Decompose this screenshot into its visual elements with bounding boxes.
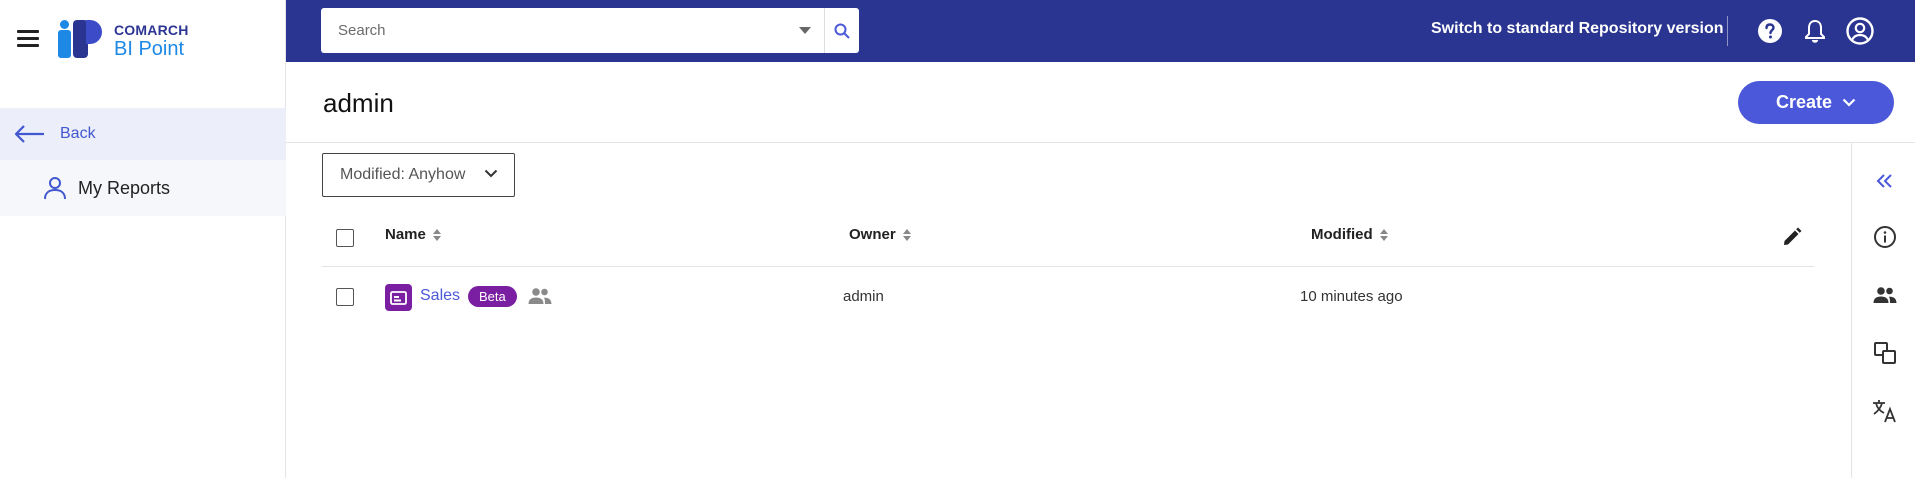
column-header-modified[interactable]: Modified xyxy=(1311,226,1389,243)
copy-icon xyxy=(1874,342,1896,364)
info-button[interactable] xyxy=(1872,224,1898,250)
top-bar: Switch to standard Repository version xyxy=(286,0,1915,62)
caret-down-icon xyxy=(799,26,811,34)
table-header: Name Owner Modified xyxy=(322,215,1814,267)
select-all-checkbox[interactable] xyxy=(336,229,354,247)
dashboard-report-icon xyxy=(385,284,412,311)
column-label: Modified xyxy=(1311,226,1373,243)
header-divider xyxy=(286,142,1915,143)
modified-filter-dropdown[interactable]: Modified: Anyhow xyxy=(322,153,515,197)
column-label: Owner xyxy=(849,226,896,243)
person-icon xyxy=(44,177,66,200)
sort-icon xyxy=(1379,228,1388,241)
share-users-icon xyxy=(1873,287,1897,303)
shared-users-icon xyxy=(528,288,552,304)
column-header-name[interactable]: Name xyxy=(385,226,442,243)
sort-icon xyxy=(902,228,911,241)
column-header-owner[interactable]: Owner xyxy=(849,226,912,243)
account-icon xyxy=(1846,17,1874,45)
copy-move-button[interactable] xyxy=(1872,340,1898,366)
owner-cell: admin xyxy=(843,288,884,305)
notifications-button[interactable] xyxy=(1801,17,1829,45)
logo-row: COMARCH BI Point xyxy=(0,0,286,78)
sidebar: COMARCH BI Point Back My Reports xyxy=(0,0,286,478)
arrow-left-icon xyxy=(14,125,44,143)
row-checkbox[interactable] xyxy=(336,288,354,306)
product-name: BI Point xyxy=(114,38,185,60)
table-row[interactable]: Sales Beta admin 10 minutes ago xyxy=(322,268,1814,324)
topbar-divider xyxy=(1727,16,1728,46)
menu-icon[interactable] xyxy=(17,30,39,48)
sidebar-item-my-reports[interactable]: My Reports xyxy=(0,160,286,216)
beta-badge: Beta xyxy=(468,286,517,307)
edit-pencil-icon[interactable] xyxy=(1782,227,1802,247)
translate-button[interactable] xyxy=(1872,398,1898,424)
right-panel xyxy=(1851,143,1915,478)
column-label: Name xyxy=(385,226,426,243)
bell-icon xyxy=(1805,19,1825,43)
brand-name: COMARCH xyxy=(114,22,189,38)
report-name-link[interactable]: Sales xyxy=(420,287,460,305)
share-button[interactable] xyxy=(1872,282,1898,308)
brand-logo-icon xyxy=(58,20,102,58)
double-chevron-left-icon xyxy=(1876,174,1892,188)
search-options-dropdown[interactable] xyxy=(785,8,825,53)
back-label: Back xyxy=(60,125,96,142)
create-button[interactable]: Create xyxy=(1738,81,1894,124)
translate-icon xyxy=(1873,400,1896,423)
search-button[interactable] xyxy=(825,8,859,53)
sidebar-item-label: My Reports xyxy=(78,177,171,198)
switch-repository-version-link[interactable]: Switch to standard Repository version xyxy=(1431,20,1724,38)
page-title: admin xyxy=(323,88,394,118)
info-icon xyxy=(1874,226,1896,248)
help-button[interactable] xyxy=(1756,17,1784,45)
search-box xyxy=(321,8,859,53)
search-input[interactable] xyxy=(338,22,778,39)
account-button[interactable] xyxy=(1846,17,1874,45)
search-icon xyxy=(834,23,850,39)
chevron-down-icon xyxy=(1842,98,1856,107)
sort-icon xyxy=(432,228,441,241)
collapse-panel-button[interactable] xyxy=(1872,168,1898,194)
back-button[interactable]: Back xyxy=(0,108,286,160)
create-label: Create xyxy=(1775,92,1833,112)
chevron-down-icon xyxy=(484,169,498,178)
help-icon xyxy=(1758,19,1782,43)
modified-cell: 10 minutes ago xyxy=(1300,288,1403,305)
filter-label: Modified: Anyhow xyxy=(340,166,466,183)
